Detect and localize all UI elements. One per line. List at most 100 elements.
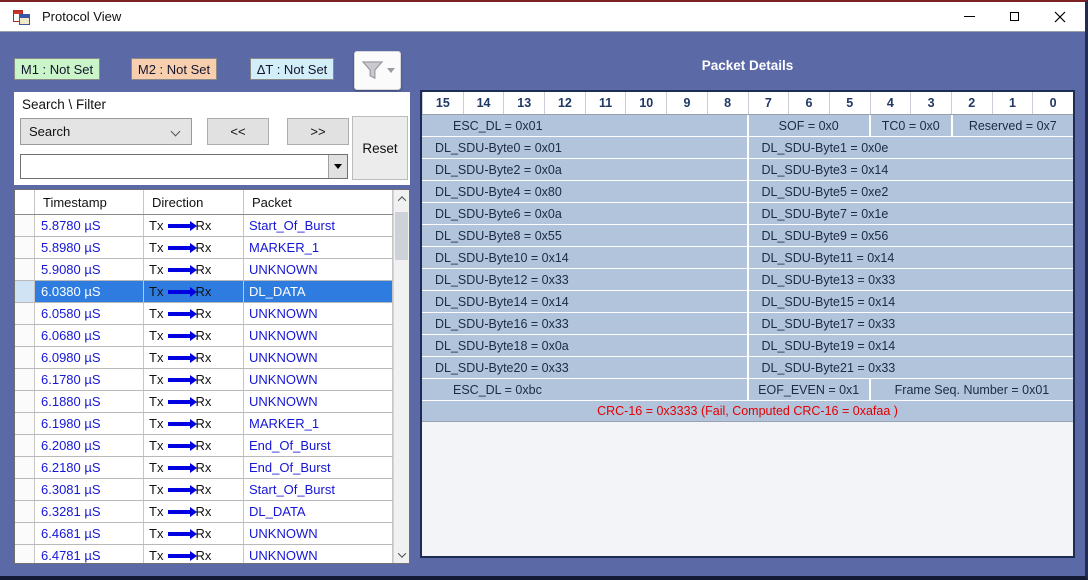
sdu-byte-row: DL_SDU-Byte0 = 0x01 DL_SDU-Byte1 = 0x0e xyxy=(422,137,1073,158)
sdu-byte-row: DL_SDU-Byte12 = 0x33 DL_SDU-Byte13 = 0x3… xyxy=(422,269,1073,290)
rx-label: Rx xyxy=(195,350,211,365)
row-selector-cell[interactable] xyxy=(15,523,35,544)
sdu-byte-field: DL_SDU-Byte13 = 0x33 xyxy=(749,269,1074,290)
rx-label: Rx xyxy=(195,482,211,497)
packet-cell: DL_DATA xyxy=(244,281,393,302)
packet-cell: UNKNOWN xyxy=(244,545,393,564)
table-row[interactable]: 6.0980 µS Tx Rx UNKNOWN xyxy=(15,347,409,369)
row-selector-cell[interactable] xyxy=(15,391,35,412)
tx-label: Tx xyxy=(149,372,163,387)
table-body: 5.8780 µS Tx Rx Start_Of_Burst 5.8980 µS… xyxy=(15,215,409,564)
filter-combobox-drop-button[interactable] xyxy=(328,155,347,178)
funnel-icon xyxy=(361,60,384,81)
packet-cell: UNKNOWN xyxy=(244,259,393,280)
row-selector-cell[interactable] xyxy=(15,237,35,258)
row-selector-cell[interactable] xyxy=(15,435,35,456)
table-row[interactable]: 5.8780 µS Tx Rx Start_Of_Burst xyxy=(15,215,409,237)
bit-index-cell: 2 xyxy=(951,92,992,114)
timestamp-column-header[interactable]: Timestamp xyxy=(35,190,144,214)
filter-dropdown-caret-icon xyxy=(387,68,395,73)
sdu-byte-field: DL_SDU-Byte20 = 0x33 xyxy=(422,357,747,378)
timestamp-cell: 6.0680 µS xyxy=(35,325,144,346)
row-selector-cell[interactable] xyxy=(15,325,35,346)
search-filter-panel: Search \ Filter Search << >> Reset xyxy=(14,92,410,185)
table-row[interactable]: 6.2080 µS Tx Rx End_Of_Burst xyxy=(15,435,409,457)
esc-dl-field: ESC_DL = 0x01 xyxy=(422,115,747,136)
search-previous-button[interactable]: << xyxy=(207,118,269,145)
direction-arrow-icon xyxy=(168,422,190,426)
tc0-field: TC0 = 0x0 xyxy=(871,115,951,136)
scroll-up-button[interactable] xyxy=(394,190,409,207)
row-selector-cell[interactable] xyxy=(15,281,35,302)
table-row[interactable]: 6.1780 µS Tx Rx UNKNOWN xyxy=(15,369,409,391)
tx-label: Tx xyxy=(149,504,163,519)
table-row[interactable]: 6.0680 µS Tx Rx UNKNOWN xyxy=(15,325,409,347)
direction-arrow-icon xyxy=(168,334,190,338)
direction-column-header[interactable]: Direction xyxy=(144,190,244,214)
close-button[interactable] xyxy=(1037,2,1082,31)
sdu-byte-row: DL_SDU-Byte14 = 0x14 DL_SDU-Byte15 = 0x1… xyxy=(422,291,1073,312)
table-row[interactable]: 6.4681 µS Tx Rx UNKNOWN xyxy=(15,523,409,545)
filter-input[interactable] xyxy=(22,156,327,177)
tx-label: Tx xyxy=(149,240,163,255)
filter-button[interactable] xyxy=(354,51,401,90)
table-row[interactable]: 5.9080 µS Tx Rx UNKNOWN xyxy=(15,259,409,281)
row-selector-cell[interactable] xyxy=(15,215,35,236)
frame-seq-number-field: Frame Seq. Number = 0x01 xyxy=(871,379,1073,400)
table-row[interactable]: 6.3281 µS Tx Rx DL_DATA xyxy=(15,501,409,523)
table-row[interactable]: 6.3081 µS Tx Rx Start_Of_Burst xyxy=(15,479,409,501)
bit-index-cell: 8 xyxy=(707,92,748,114)
sdu-byte-field: DL_SDU-Byte9 = 0x56 xyxy=(749,225,1074,246)
vertical-scrollbar[interactable] xyxy=(393,190,409,563)
table-row[interactable]: 6.0380 µS Tx Rx DL_DATA xyxy=(15,281,409,303)
row-selector-cell[interactable] xyxy=(15,303,35,324)
maximize-button[interactable] xyxy=(992,2,1037,31)
dropdown-arrow-icon xyxy=(334,164,342,169)
reset-button[interactable]: Reset xyxy=(352,116,408,180)
search-mode-combobox[interactable]: Search xyxy=(20,118,192,145)
minimize-button[interactable] xyxy=(947,2,992,31)
row-selector-cell[interactable] xyxy=(15,479,35,500)
tx-label: Tx xyxy=(149,350,163,365)
rx-label: Rx xyxy=(195,284,211,299)
direction-arrow-icon xyxy=(168,510,190,514)
bit-index-header-row: 15 14 13 12 11 10 9 8 7 6 5 4 xyxy=(422,92,1073,115)
rx-label: Rx xyxy=(195,372,211,387)
timestamp-cell: 5.8980 µS xyxy=(35,237,144,258)
row-selector-cell[interactable] xyxy=(15,545,35,564)
row-selector-cell[interactable] xyxy=(15,413,35,434)
table-row[interactable]: 5.8980 µS Tx Rx MARKER_1 xyxy=(15,237,409,259)
table-row[interactable]: 6.2180 µS Tx Rx End_Of_Burst xyxy=(15,457,409,479)
timestamp-cell: 6.1880 µS xyxy=(35,391,144,412)
packet-cell: MARKER_1 xyxy=(244,237,393,258)
row-selector-cell[interactable] xyxy=(15,259,35,280)
search-next-button[interactable]: >> xyxy=(287,118,349,145)
table-row[interactable]: 6.0580 µS Tx Rx UNKNOWN xyxy=(15,303,409,325)
direction-arrow-icon xyxy=(168,312,190,316)
direction-cell: Tx Rx xyxy=(144,457,244,478)
bit-index-cell: 4 xyxy=(870,92,911,114)
sdu-byte-field: DL_SDU-Byte21 = 0x33 xyxy=(749,357,1074,378)
sdu-byte-row: DL_SDU-Byte16 = 0x33 DL_SDU-Byte17 = 0x3… xyxy=(422,313,1073,334)
timestamp-cell: 6.1980 µS xyxy=(35,413,144,434)
table-row[interactable]: 6.4781 µS Tx Rx UNKNOWN xyxy=(15,545,409,564)
scroll-down-button[interactable] xyxy=(394,546,409,563)
packet-cell: Start_Of_Burst xyxy=(244,479,393,500)
direction-arrow-icon xyxy=(168,290,190,294)
timestamp-cell: 5.9080 µS xyxy=(35,259,144,280)
table-row[interactable]: 6.1880 µS Tx Rx UNKNOWN xyxy=(15,391,409,413)
row-selector-cell[interactable] xyxy=(15,369,35,390)
sdu-byte-field: DL_SDU-Byte4 = 0x80 xyxy=(422,181,747,202)
search-filter-heading: Search \ Filter xyxy=(22,97,106,112)
rx-label: Rx xyxy=(195,218,211,233)
timestamp-cell: 6.4781 µS xyxy=(35,545,144,564)
row-selector-cell[interactable] xyxy=(15,501,35,522)
bit-index-cell: 12 xyxy=(544,92,585,114)
tx-label: Tx xyxy=(149,482,163,497)
table-row[interactable]: 6.1980 µS Tx Rx MARKER_1 xyxy=(15,413,409,435)
row-selector-cell[interactable] xyxy=(15,457,35,478)
tx-label: Tx xyxy=(149,460,163,475)
packet-column-header[interactable]: Packet xyxy=(244,190,393,214)
row-selector-cell[interactable] xyxy=(15,347,35,368)
scrollbar-thumb[interactable] xyxy=(395,212,408,260)
